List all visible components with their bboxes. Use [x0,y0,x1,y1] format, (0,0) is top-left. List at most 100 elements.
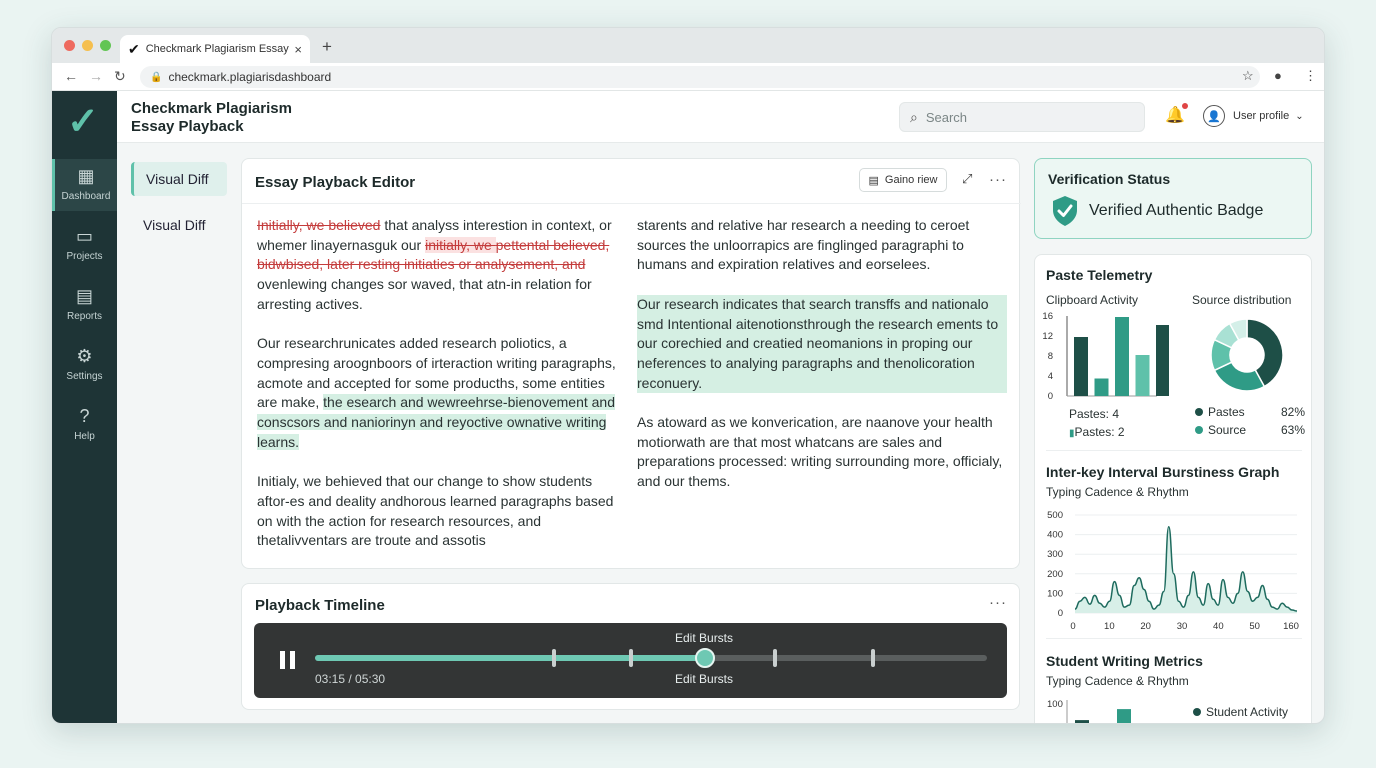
url-text: checkmark.plagiarisdashboard [168,70,332,84]
dashboard-icon: ▦ [77,166,95,186]
bookmark-star-icon[interactable]: ☆ [1242,68,1254,84]
nav-visual-diff[interactable]: Visual Diff [131,208,227,242]
playback-scrubber[interactable] [315,648,987,668]
checkmark-logo-icon: ✓ [67,101,99,143]
forward-icon[interactable]: → [89,68,103,84]
y-tick-label: 300 [1047,549,1063,560]
secondary-nav: Visual Diff Visual Diff [131,162,227,242]
more-options-icon[interactable]: ··· [989,171,1007,188]
x-tick-label: 20 [1140,621,1151,632]
legend-value: 63% [1280,423,1305,437]
maximize-window-button[interactable] [100,40,111,51]
divider [1046,638,1302,639]
browser-menu-icon[interactable]: ⋮ [1304,68,1317,84]
sidebar-item-reports[interactable]: ▤ Reports [52,279,117,331]
new-tab-button[interactable]: + [322,37,332,57]
view-icon: ▤ [868,174,879,187]
notification-dot [1181,103,1188,109]
x-tick-label: 30 [1177,621,1188,632]
search-placeholder: Search [925,109,968,125]
text: ovenlewing changes sor waved, that atn-i… [257,276,592,312]
search-icon: ⌕ [910,108,918,125]
verification-title: Verification Status [1048,171,1171,187]
edit-burst-marker[interactable] [628,649,633,667]
legend-item: Pastes 82% [1195,405,1305,419]
burstiness-subtitle: Typing Cadence & Rhythm [1046,485,1189,499]
pastes-count-2: ▮Pastes: 2 [1069,425,1125,439]
paragraph: Initialy, we behieved that our change to… [257,473,614,549]
y-tick-label: 8 [1048,351,1053,362]
sidebar-item-settings[interactable]: ⚙ Settings [52,339,117,391]
edit-burst-marker[interactable] [773,649,778,667]
badge-label: Verified Authentic Badge [1089,202,1264,219]
browser-tab[interactable]: ✔ Checkmark Plagiarism Essay × [120,35,310,63]
lock-icon: 🔒 [150,71,163,83]
search-input[interactable]: ⌕ Search [899,102,1145,132]
avatar-icon: 👤 [1203,105,1225,127]
page-title-line1: Checkmark Plagiarism [131,100,292,117]
expand-icon[interactable]: ⤢ [962,171,972,187]
legend-value: 82% [1280,405,1305,419]
edit-burst-marker[interactable] [551,649,556,667]
legend-name: Source [1208,423,1247,437]
url-field[interactable]: 🔒 checkmark.plagiarisdashboard [140,66,1260,88]
browser-window: ✔ Checkmark Plagiarism Essay × + ← → ↻ 🔒… [51,27,1325,724]
y-tick-label: 400 [1047,530,1063,541]
edit-bursts-label-top: Edit Bursts [675,631,734,645]
x-tick-label: 160 [1283,621,1299,632]
close-window-button[interactable] [64,40,75,51]
view-toggle-button[interactable]: ▤ Gaino riew [859,168,947,192]
divider [1046,450,1302,451]
pause-button[interactable] [280,651,296,669]
student-metrics-bar-chart [1066,700,1131,723]
sidebar-item-projects[interactable]: ▭ Projects [52,219,117,271]
paste-telemetry-title: Paste Telemetry [1046,267,1153,283]
checkmark-favicon-icon: ✔ [128,40,140,57]
essay-left-column: Initially, we believed that analyss inte… [257,216,625,571]
profile-icon[interactable]: ● [1274,68,1282,83]
reload-icon[interactable]: ↻ [114,68,126,85]
minimize-window-button[interactable] [82,40,93,51]
user-label: User profile [1233,110,1290,122]
nav-visual-diff-active[interactable]: Visual Diff [131,162,227,196]
pie-legend: Pastes 82% Source 63% [1195,405,1305,437]
sidebar-item-help[interactable]: ? Help [52,399,117,451]
view-toggle-label: Gaino riew [884,174,938,186]
verification-status-card: Verification Status Verified Authentic B… [1034,158,1312,239]
legend-item: Source 63% [1195,423,1305,437]
student-metrics-title: Student Writing Metrics [1046,653,1203,669]
address-bar: ← → ↻ 🔒 checkmark.plagiarisdashboard ☆ ●… [52,63,1324,91]
pastes-count: Pastes: 4 [1069,407,1120,421]
x-tick-label: 50 [1249,621,1260,632]
divider [242,203,1021,204]
reports-icon: ▤ [75,286,93,306]
playback-player: Edit Bursts 03:15 / 05:30 Edit Bursts [254,623,1007,698]
paragraph: As atoward as we konverication, are naan… [637,414,1003,490]
user-profile-menu[interactable]: 👤 User profile ⌄ [1203,105,1304,127]
pastes-count-2-text: Pastes: 2 [1074,425,1125,439]
sidebar-item-label: Help [74,431,95,442]
notification-bell-icon[interactable]: 🔔 [1165,103,1188,125]
close-tab-icon[interactable]: × [294,42,302,57]
paragraph: Our researchrunicates added research pol… [257,334,625,452]
bar [1075,720,1089,723]
sidebar-item-dashboard[interactable]: ▦ Dashboard [52,159,117,211]
page-title-line2: Essay Playback [131,118,244,135]
burstiness-title: Inter-key Interval Burstiness Graph [1046,464,1280,480]
playhead-knob[interactable] [694,648,715,668]
source-pie-chart [1210,318,1284,392]
more-options-icon[interactable]: ··· [989,594,1007,611]
app-sidebar: ✓ ▦ Dashboard ▭ Projects ▤ Reports ⚙ Set… [52,91,117,723]
back-icon[interactable]: ← [64,68,78,84]
telemetry-panel: Paste Telemetry Clipboard Activity Sourc… [1034,254,1312,723]
paragraph: Initially, we believed that analyss inte… [257,216,625,315]
chevron-down-icon: ⌄ [1295,110,1304,122]
playback-progress-fill [315,655,705,661]
deleted-text: Initially, we believed [257,217,381,233]
edit-burst-marker[interactable] [870,649,875,667]
app-header: Checkmark Plagiarism Essay Playback ⌕ Se… [117,91,1324,143]
bar [1117,709,1131,723]
page-title: Checkmark Plagiarism Essay Playback [131,100,292,136]
gear-icon: ⚙ [76,346,93,366]
help-icon: ? [79,406,90,426]
